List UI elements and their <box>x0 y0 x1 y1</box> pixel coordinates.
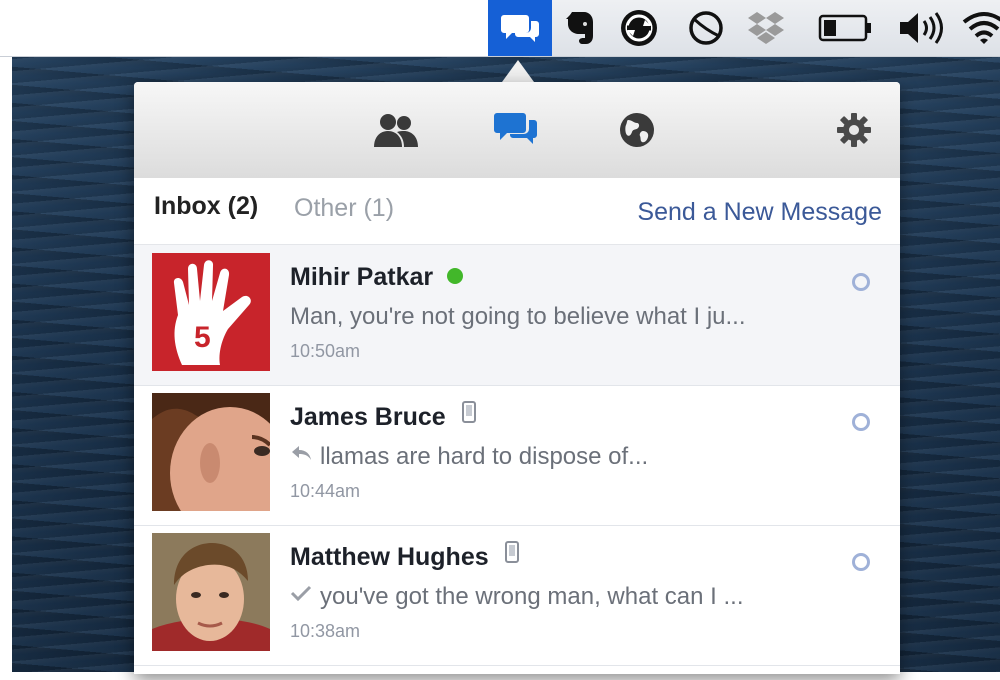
snippet-text: you've got the wrong man, what can I ... <box>320 583 744 610</box>
avatar <box>152 533 270 651</box>
messages-icon[interactable] <box>488 0 552 56</box>
conversation-item[interactable]: Matthew Hughes you've got the wrong man,… <box>134 525 900 666</box>
mark-as-read-button[interactable] <box>852 273 870 291</box>
dropbox-icon[interactable] <box>742 0 790 56</box>
conversation-item[interactable]: James Bruce llamas are hard to dispose o… <box>134 385 900 526</box>
volume-icon[interactable] <box>892 0 952 56</box>
seen-check-icon <box>290 583 312 609</box>
disk-icon[interactable] <box>682 0 730 56</box>
snippet-text: llamas are hard to dispose of... <box>320 443 649 470</box>
send-new-message-link[interactable]: Send a New Message <box>637 198 882 227</box>
friends-icon[interactable] <box>372 106 420 154</box>
sender-name: Mihir Patkar <box>290 263 434 291</box>
message-snippet: you've got the wrong man, what can I ... <box>290 583 850 612</box>
reply-icon <box>290 443 312 469</box>
sync-icon[interactable] <box>614 0 664 56</box>
tab-inbox-count: (2) <box>227 192 259 220</box>
tab-inbox[interactable]: Inbox (2) <box>154 192 258 221</box>
tab-inbox-label: Inbox <box>154 192 221 220</box>
tab-other-count: (1) <box>363 194 395 222</box>
menu-bar <box>0 0 1000 57</box>
mark-as-read-button[interactable] <box>852 553 870 571</box>
gear-icon[interactable] <box>830 106 878 154</box>
screen-edge <box>0 0 12 680</box>
message-time: 10:44am <box>290 481 361 501</box>
sender-name: James Bruce <box>290 403 446 431</box>
tab-other[interactable]: Other (1) <box>294 194 394 223</box>
sender-name: Matthew Hughes <box>290 543 489 571</box>
conversation-name: Matthew Hughes <box>290 540 519 573</box>
avatar <box>152 393 270 511</box>
conversation-name: Mihir Patkar <box>290 263 464 292</box>
menu-bar-empty-area <box>0 0 488 56</box>
message-snippet: Man, you're not going to believe what I … <box>290 303 746 330</box>
conversation-item[interactable]: 5 Mihir Patkar Man, you're not going to … <box>134 245 900 386</box>
avatar-number: 5 <box>194 321 211 354</box>
message-time: 10:50am <box>290 341 361 361</box>
message-time: 10:38am <box>290 621 361 641</box>
battery-icon[interactable] <box>814 0 878 56</box>
evernote-icon[interactable] <box>558 0 602 56</box>
tab-other-label: Other <box>294 194 357 222</box>
messages-popup: Inbox (2) Other (1) Send a New Message 5… <box>134 82 900 674</box>
message-snippet: llamas are hard to dispose of... <box>290 443 850 472</box>
mark-as-read-button[interactable] <box>852 413 870 431</box>
inbox-tabs: Inbox (2) Other (1) Send a New Message <box>134 178 900 245</box>
popup-caret <box>502 60 534 82</box>
mobile-phone-icon <box>461 400 476 430</box>
avatar: 5 <box>152 253 270 371</box>
popup-toolbar <box>134 82 900 179</box>
conversation-name: James Bruce <box>290 400 476 433</box>
globe-icon[interactable] <box>613 106 661 154</box>
online-status-dot <box>447 268 464 285</box>
messages-icon[interactable] <box>492 106 540 154</box>
mobile-phone-icon <box>504 540 519 570</box>
wifi-icon[interactable] <box>962 0 1000 56</box>
